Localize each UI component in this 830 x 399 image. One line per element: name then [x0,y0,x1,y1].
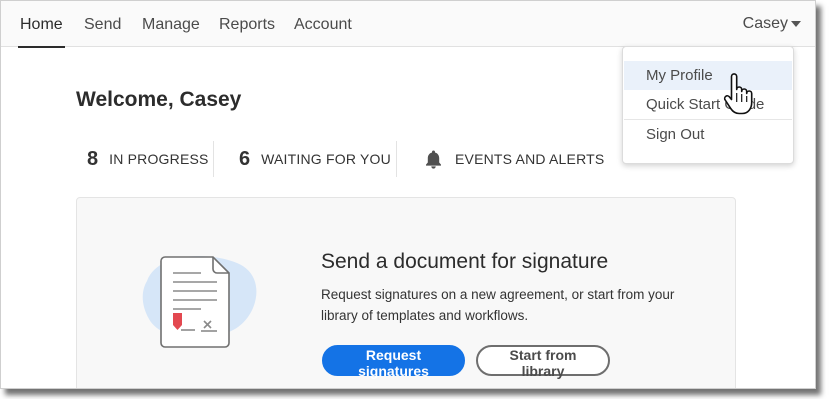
stat-events-and-alerts[interactable]: EVENTS AND ALERTS [424,137,604,181]
welcome-heading: Welcome, Casey [76,88,242,111]
send-document-card: Send a document for signature Request si… [76,197,736,388]
caret-down-icon [791,20,801,27]
user-menu-toggle[interactable]: Casey [743,1,801,47]
nav-reports[interactable]: Reports [219,1,275,47]
request-signatures-button[interactable]: Request signatures [322,345,465,379]
bell-icon [424,149,443,169]
start-from-library-button[interactable]: Start from library [476,345,610,379]
card-title: Send a document for signature [321,250,609,273]
stat-in-progress[interactable]: 8 IN PROGRESS [87,137,209,181]
stat-label: IN PROGRESS [109,151,209,167]
stat-divider [396,141,397,177]
user-dropdown-menu: My Profile Quick Start Guide Sign Out [622,46,794,164]
menu-item-my-profile[interactable]: My Profile [624,61,792,90]
stat-count: 8 [87,147,99,170]
hand-pointer-icon [723,73,753,122]
document-illustration [137,243,267,358]
card-description: Request signatures on a new agreement, o… [321,287,675,323]
stat-count: 6 [239,147,251,170]
menu-item-quick-start-guide[interactable]: Quick Start Guide [624,90,792,119]
nav-account[interactable]: Account [294,1,352,47]
app-window: Home Send Manage Reports Account Casey W… [0,0,816,389]
nav-send[interactable]: Send [84,1,121,47]
stat-label: EVENTS AND ALERTS [455,151,605,167]
stat-divider [213,141,214,177]
top-navigation: Home Send Manage Reports Account Casey [1,1,815,48]
nav-home[interactable]: Home [18,1,65,48]
stat-label: WAITING FOR YOU [261,151,391,167]
nav-manage[interactable]: Manage [142,1,200,47]
menu-item-sign-out[interactable]: Sign Out [624,120,792,149]
user-name: Casey [742,15,788,32]
stat-waiting-for-you[interactable]: 6 WAITING FOR YOU [239,137,391,181]
